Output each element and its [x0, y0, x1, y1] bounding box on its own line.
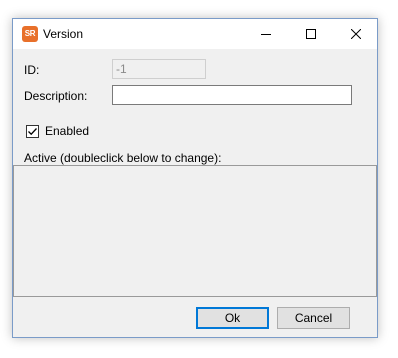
- close-button[interactable]: [333, 19, 378, 49]
- version-dialog: SR Version ID: Description: Ena: [12, 18, 378, 338]
- title-bar[interactable]: SR Version: [13, 19, 377, 49]
- ok-button[interactable]: Ok: [196, 307, 269, 329]
- checkmark-icon: [28, 127, 37, 135]
- description-label: Description:: [24, 89, 88, 103]
- maximize-icon: [305, 29, 316, 39]
- enabled-label: Enabled: [45, 124, 90, 138]
- app-icon: SR: [22, 26, 38, 42]
- minimize-button[interactable]: [243, 19, 288, 49]
- maximize-button[interactable]: [288, 19, 333, 49]
- id-field[interactable]: [112, 59, 206, 79]
- window-title: Version: [43, 27, 84, 41]
- active-label: Active (doubleclick below to change):: [24, 151, 222, 165]
- enabled-checkbox[interactable]: [26, 124, 39, 138]
- enabled-checkbox-row[interactable]: Enabled: [26, 124, 89, 138]
- description-field[interactable]: [112, 85, 352, 105]
- id-label: ID:: [24, 63, 40, 77]
- active-list[interactable]: [13, 165, 377, 297]
- cancel-button[interactable]: Cancel: [277, 307, 350, 329]
- close-icon: [350, 29, 361, 39]
- minimize-icon: [260, 34, 271, 35]
